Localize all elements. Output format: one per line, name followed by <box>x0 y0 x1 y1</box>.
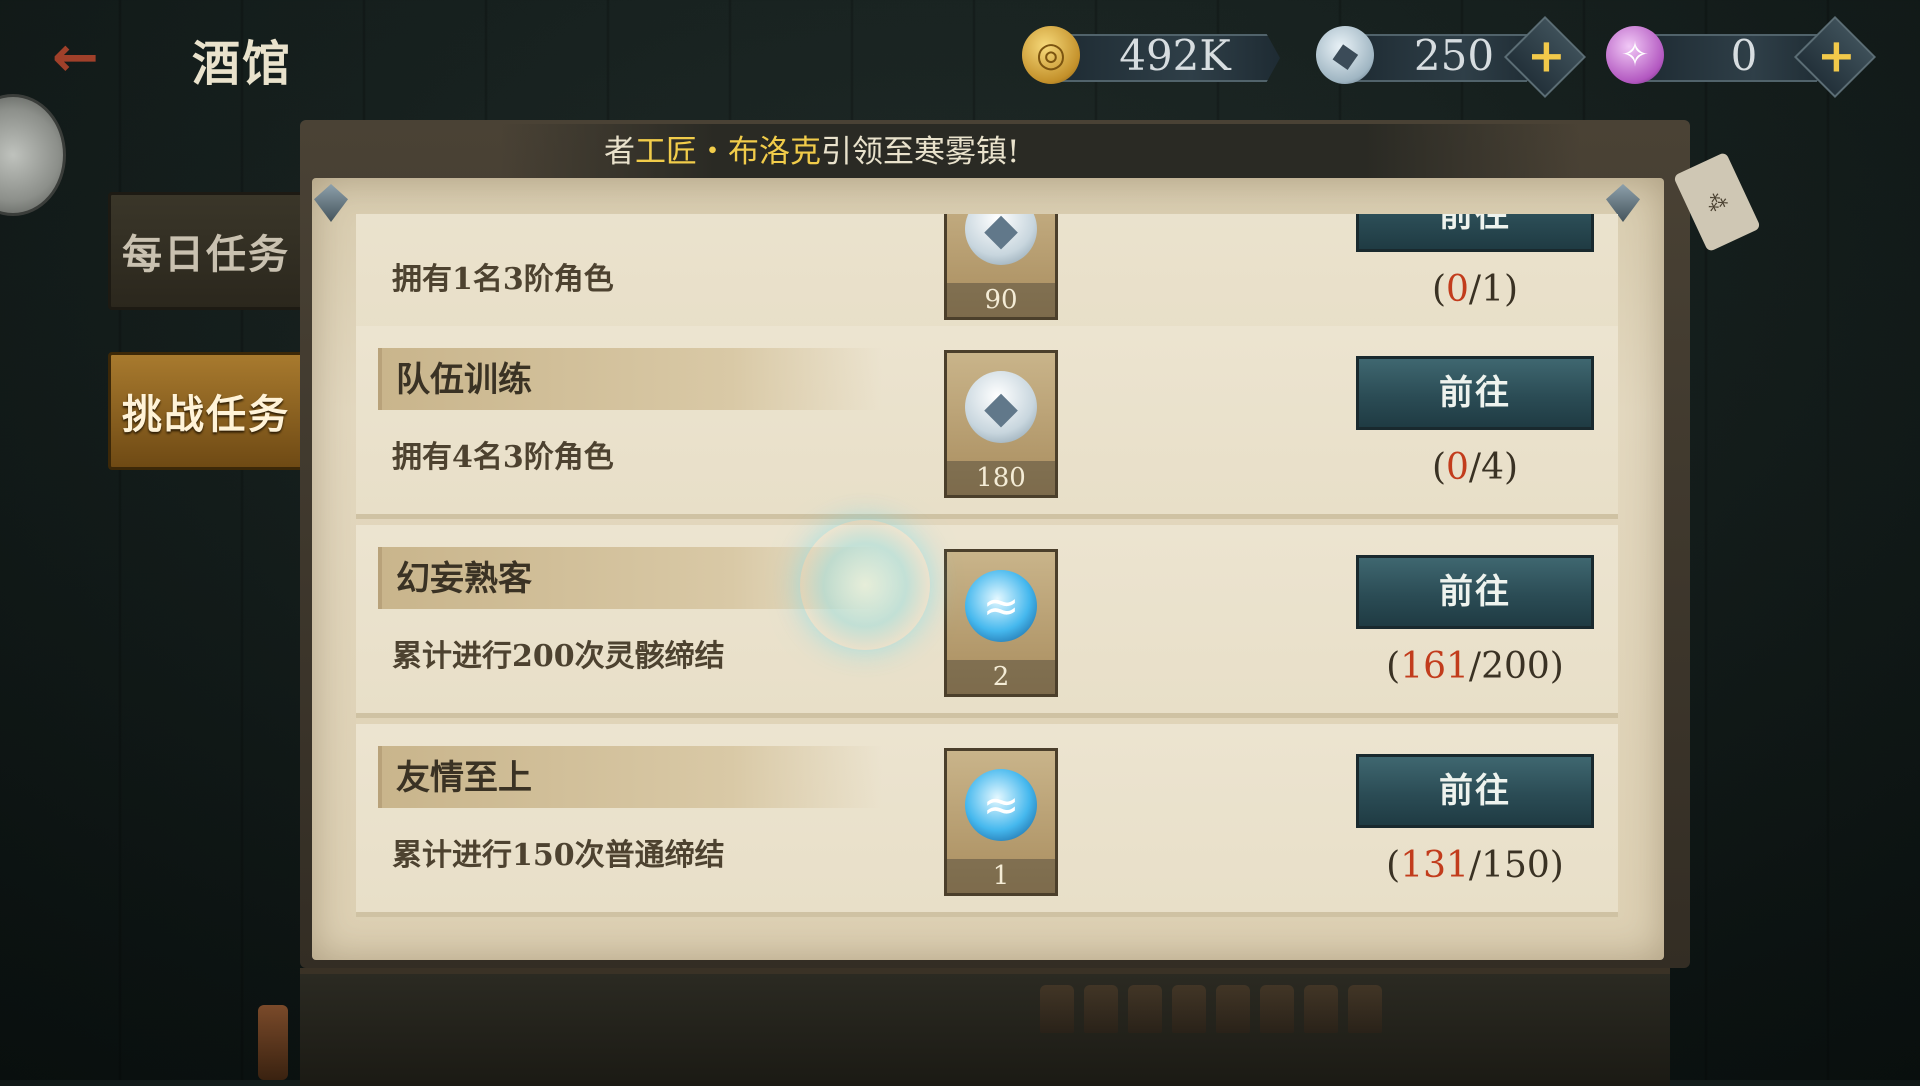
shelf-decorations <box>1040 985 1620 1045</box>
plus-icon: + <box>1817 28 1856 83</box>
reward-count: 2 <box>947 660 1055 694</box>
task-row: 幻妄熟客 累计进行200次灵骸缔结 ≈ 2 前往 (161/200) <box>356 525 1618 718</box>
progress-current: 161 <box>1400 646 1469 687</box>
scrolling-banner: 者工匠・布洛克引领至寒雾镇! <box>500 124 1580 180</box>
task-progress: (0/4) <box>1431 447 1519 488</box>
goto-button[interactable]: 前往 <box>1356 754 1594 828</box>
magic-glow-effect <box>800 520 930 650</box>
reward-count: 1 <box>947 859 1055 893</box>
task-title: 幻妄熟客 <box>396 559 532 599</box>
task-progress: (161/200) <box>1386 646 1564 687</box>
candle-decoration <box>258 1005 288 1080</box>
gold-coin-value: 492K <box>1119 31 1231 80</box>
progress-total: 200 <box>1481 646 1550 687</box>
progress-total: 1 <box>1481 269 1504 310</box>
task-progress: (131/150) <box>1386 845 1564 886</box>
progress-current: 0 <box>1446 269 1469 310</box>
diamond-icon: ◆ <box>965 214 1037 265</box>
goto-button[interactable]: 前往 <box>1356 214 1594 252</box>
task-row: 队伍训练 拥有4名3阶角色 ◆ 180 前往 (0/4) <box>356 326 1618 519</box>
blue-swirl-icon: ≈ <box>965 769 1037 841</box>
diamond-icon: ◆ <box>965 371 1037 443</box>
purple-crystal-icon: ✧ <box>1606 26 1664 84</box>
banner-highlight: 工匠・布洛克 <box>635 134 821 170</box>
task-row: 拥有1名3阶角色 ◆ 90 前往 (0/1) <box>356 214 1618 341</box>
diamond-display: ◆ 250 + <box>1311 15 1587 99</box>
progress-total: 150 <box>1481 845 1550 886</box>
reward-slot[interactable]: ◆ 180 <box>944 350 1058 498</box>
reward-count: 180 <box>947 461 1055 495</box>
reward-slot[interactable]: ◆ 90 <box>944 214 1058 320</box>
reward-slot[interactable]: ≈ 1 <box>944 748 1058 896</box>
task-progress: (0/1) <box>1431 269 1519 310</box>
purple-crystal-display: ✧ 0 + <box>1606 15 1877 99</box>
progress-current: 131 <box>1400 845 1469 886</box>
plus-icon: + <box>1527 28 1566 83</box>
task-description: 累计进行200次灵骸缔结 <box>392 639 725 674</box>
goto-button[interactable]: 前往 <box>1356 356 1594 430</box>
task-description: 拥有1名3阶角色 <box>392 262 614 297</box>
back-arrow-icon[interactable]: ← <box>52 30 172 86</box>
blue-swirl-icon: ≈ <box>965 570 1037 642</box>
banner-suffix: 引领至寒雾镇! <box>821 134 1020 170</box>
tab-daily-tasks[interactable]: 每日任务 <box>108 192 304 310</box>
tab-challenge-tasks[interactable]: 挑战任务 <box>108 352 304 470</box>
progress-total: 4 <box>1481 447 1504 488</box>
task-description: 拥有4名3阶角色 <box>392 440 614 475</box>
reward-count: 90 <box>947 283 1055 317</box>
gold-coin-display: ◎ 492K <box>1022 26 1284 84</box>
reward-slot[interactable]: ≈ 2 <box>944 549 1058 697</box>
gold-coin-icon: ◎ <box>1022 26 1080 84</box>
task-list[interactable]: 拥有1名3阶角色 ◆ 90 前往 (0/1) 队伍训练 拥有4名3阶角色 ◆ 1… <box>356 214 1618 918</box>
page-title: 酒馆 <box>192 36 293 92</box>
progress-current: 0 <box>1446 447 1469 488</box>
task-description: 累计进行150次普通缔结 <box>392 838 725 873</box>
goto-button[interactable]: 前往 <box>1356 555 1594 629</box>
banner-prefix: 者 <box>604 134 635 170</box>
task-title: 友情至上 <box>396 758 532 798</box>
task-row: 友情至上 累计进行150次普通缔结 ≈ 1 前往 (131/150) <box>356 724 1618 917</box>
task-title: 队伍训练 <box>396 360 532 400</box>
